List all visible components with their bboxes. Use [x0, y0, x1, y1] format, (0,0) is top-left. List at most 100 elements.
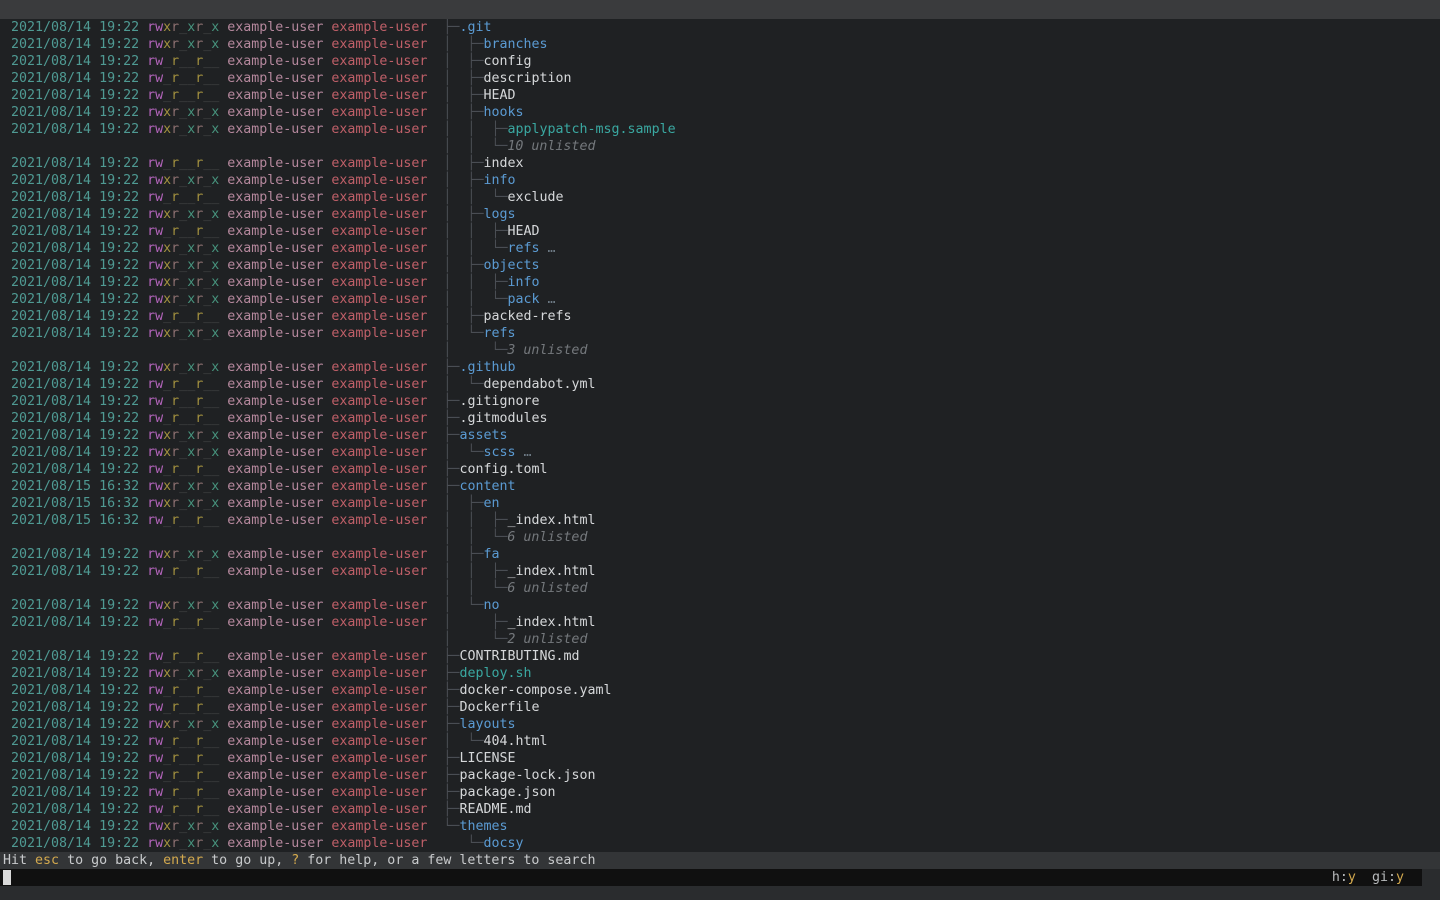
file-row[interactable]: 2021/08/14 19:22 rwxr_xr_x example-user … [3, 257, 1440, 274]
file-row[interactable]: 2021/08/15 16:32 rw_r__r__ example-user … [3, 512, 1440, 529]
file-row[interactable]: │ │ └─6 unlisted [3, 529, 1440, 546]
file-owner: example-user [219, 734, 323, 749]
file-date: 2021/08/14 19:22 [3, 666, 147, 681]
file-name: .gitignore [459, 394, 539, 409]
file-row[interactable]: 2021/08/14 19:22 rwxr_xr_x example-user … [3, 121, 1440, 138]
file-group: example-user [323, 700, 427, 715]
file-owner: example-user [219, 411, 323, 426]
file-owner: example-user [219, 768, 323, 783]
file-row[interactable]: 2021/08/14 19:22 rwxr_xr_x example-user … [3, 716, 1440, 733]
file-name: description [483, 71, 571, 86]
tree-branch-lines: ├─ [427, 700, 459, 715]
file-permissions: rwxr_xr_x [147, 20, 219, 35]
file-row[interactable]: 2021/08/14 19:22 rwxr_xr_x example-user … [3, 325, 1440, 342]
file-owner: example-user [219, 326, 323, 341]
file-date: 2021/08/14 19:22 [3, 615, 147, 630]
file-name: info [483, 173, 515, 188]
tree-branch-lines: │ │ ├─ [427, 122, 507, 137]
file-row[interactable]: 2021/08/14 19:22 rwxr_xr_x example-user … [3, 818, 1440, 835]
file-name: pack [507, 292, 539, 307]
file-row[interactable]: 2021/08/14 19:22 rwxr_xr_x example-user … [3, 597, 1440, 614]
file-group: example-user [323, 479, 427, 494]
file-date: 2021/08/15 16:32 [3, 496, 147, 511]
file-permissions: rw_r__r__ [147, 734, 219, 749]
file-group: example-user [323, 224, 427, 239]
file-permissions: rw_r__r__ [147, 513, 219, 528]
file-row[interactable]: │ └─3 unlisted [3, 342, 1440, 359]
file-row[interactable]: 2021/08/14 19:22 rwxr_xr_x example-user … [3, 19, 1440, 36]
file-row[interactable]: 2021/08/14 19:22 rw_r__r__ example-user … [3, 682, 1440, 699]
file-date: 2021/08/14 19:22 [3, 37, 147, 52]
tree-branch-lines: │ └─ [427, 445, 483, 460]
file-permissions: rw_r__r__ [147, 309, 219, 324]
file-row[interactable]: │ │ └─10 unlisted [3, 138, 1440, 155]
file-row[interactable]: 2021/08/15 16:32 rwxr_xr_x example-user … [3, 495, 1440, 512]
file-date: 2021/08/15 16:32 [3, 479, 147, 494]
tree-branch-lines: ├─ [427, 751, 459, 766]
file-row[interactable]: 2021/08/14 19:22 rw_r__r__ example-user … [3, 614, 1440, 631]
file-name: info [507, 275, 539, 290]
file-row[interactable]: 2021/08/14 19:22 rw_r__r__ example-user … [3, 87, 1440, 104]
file-row[interactable]: │ └─2 unlisted [3, 631, 1440, 648]
file-group: example-user [323, 71, 427, 86]
file-row[interactable]: 2021/08/14 19:22 rw_r__r__ example-user … [3, 308, 1440, 325]
file-row[interactable]: 2021/08/14 19:22 rw_r__r__ example-user … [3, 563, 1440, 580]
file-owner: example-user [219, 683, 323, 698]
file-row[interactable]: 2021/08/14 19:22 rwxr_xr_x example-user … [3, 444, 1440, 461]
file-row[interactable]: 2021/08/14 19:22 rwxr_xr_x example-user … [3, 172, 1440, 189]
file-row[interactable]: │ │ └─6 unlisted [3, 580, 1440, 597]
file-permissions: rw_r__r__ [147, 88, 219, 103]
file-row[interactable]: 2021/08/14 19:22 rw_r__r__ example-user … [3, 784, 1440, 801]
file-owner: example-user [219, 700, 323, 715]
file-owner: example-user [219, 309, 323, 324]
file-row[interactable]: 2021/08/14 19:22 rwxr_xr_x example-user … [3, 206, 1440, 223]
tree-branch-lines: ├─ [427, 479, 459, 494]
file-row[interactable]: 2021/08/14 19:22 rwxr_xr_x example-user … [3, 546, 1440, 563]
file-row[interactable]: 2021/08/14 19:22 rw_r__r__ example-user … [3, 648, 1440, 665]
file-row[interactable]: 2021/08/14 19:22 rwxr_xr_x example-user … [3, 36, 1440, 53]
file-row[interactable]: 2021/08/14 19:22 rwxr_xr_x example-user … [3, 104, 1440, 121]
file-name: docsy [483, 836, 523, 851]
file-name: refs [483, 326, 515, 341]
file-name: applypatch-msg.sample [507, 122, 675, 137]
file-row[interactable]: 2021/08/14 19:22 rw_r__r__ example-user … [3, 767, 1440, 784]
flag-label: gi: [1372, 870, 1396, 885]
file-row[interactable]: 2021/08/14 19:22 rwxr_xr_x example-user … [3, 359, 1440, 376]
tree-branch-lines: │ ├─ [427, 173, 483, 188]
tree-branch-lines: │ │ └─ [427, 190, 507, 205]
file-row[interactable]: 2021/08/14 19:22 rw_r__r__ example-user … [3, 750, 1440, 767]
file-row[interactable]: 2021/08/14 19:22 rw_r__r__ example-user … [3, 155, 1440, 172]
file-row[interactable]: 2021/08/14 19:22 rw_r__r__ example-user … [3, 376, 1440, 393]
file-row[interactable]: 2021/08/14 19:22 rw_r__r__ example-user … [3, 699, 1440, 716]
file-owner: example-user [219, 836, 323, 851]
file-row[interactable]: 2021/08/14 19:22 rwxr_xr_x example-user … [3, 240, 1440, 257]
file-row[interactable]: 2021/08/14 19:22 rw_r__r__ example-user … [3, 733, 1440, 750]
search-input[interactable]: h:y gi:y [0, 869, 1422, 886]
file-row[interactable]: 2021/08/14 19:22 rw_r__r__ example-user … [3, 53, 1440, 70]
tree-branch-lines: │ ├─ [427, 496, 483, 511]
file-row[interactable]: 2021/08/14 19:22 rwxr_xr_x example-user … [3, 274, 1440, 291]
file-group: example-user [323, 734, 427, 749]
file-row[interactable]: 2021/08/14 19:22 rw_r__r__ example-user … [3, 393, 1440, 410]
file-row[interactable]: 2021/08/14 19:22 rw_r__r__ example-user … [3, 223, 1440, 240]
file-permissions: rwxr_xr_x [147, 241, 219, 256]
file-owner: example-user [219, 717, 323, 732]
file-permissions: rw_r__r__ [147, 785, 219, 800]
file-row[interactable]: 2021/08/14 19:22 rw_r__r__ example-user … [3, 801, 1440, 818]
file-row[interactable]: 2021/08/14 19:22 rwxr_xr_x example-user … [3, 291, 1440, 308]
file-row[interactable]: 2021/08/14 19:22 rw_r__r__ example-user … [3, 70, 1440, 87]
file-owner: example-user [219, 54, 323, 69]
tree-branch-lines: │ │ ├─ [427, 564, 507, 579]
file-group: example-user [323, 649, 427, 664]
file-row[interactable]: 2021/08/14 19:22 rwxr_xr_x example-user … [3, 835, 1440, 852]
hint-key: enter [163, 853, 203, 868]
file-permissions: rwxr_xr_x [147, 122, 219, 137]
file-row[interactable]: 2021/08/14 19:22 rwxr_xr_x example-user … [3, 665, 1440, 682]
file-permissions: rwxr_xr_x [147, 445, 219, 460]
file-row[interactable]: 2021/08/14 19:22 rw_r__r__ example-user … [3, 461, 1440, 478]
unlisted-count: 6 unlisted [507, 581, 587, 596]
file-row[interactable]: 2021/08/14 19:22 rwxr_xr_x example-user … [3, 427, 1440, 444]
file-row[interactable]: 2021/08/14 19:22 rw_r__r__ example-user … [3, 410, 1440, 427]
file-row[interactable]: 2021/08/15 16:32 rwxr_xr_x example-user … [3, 478, 1440, 495]
file-row[interactable]: 2021/08/14 19:22 rw_r__r__ example-user … [3, 189, 1440, 206]
